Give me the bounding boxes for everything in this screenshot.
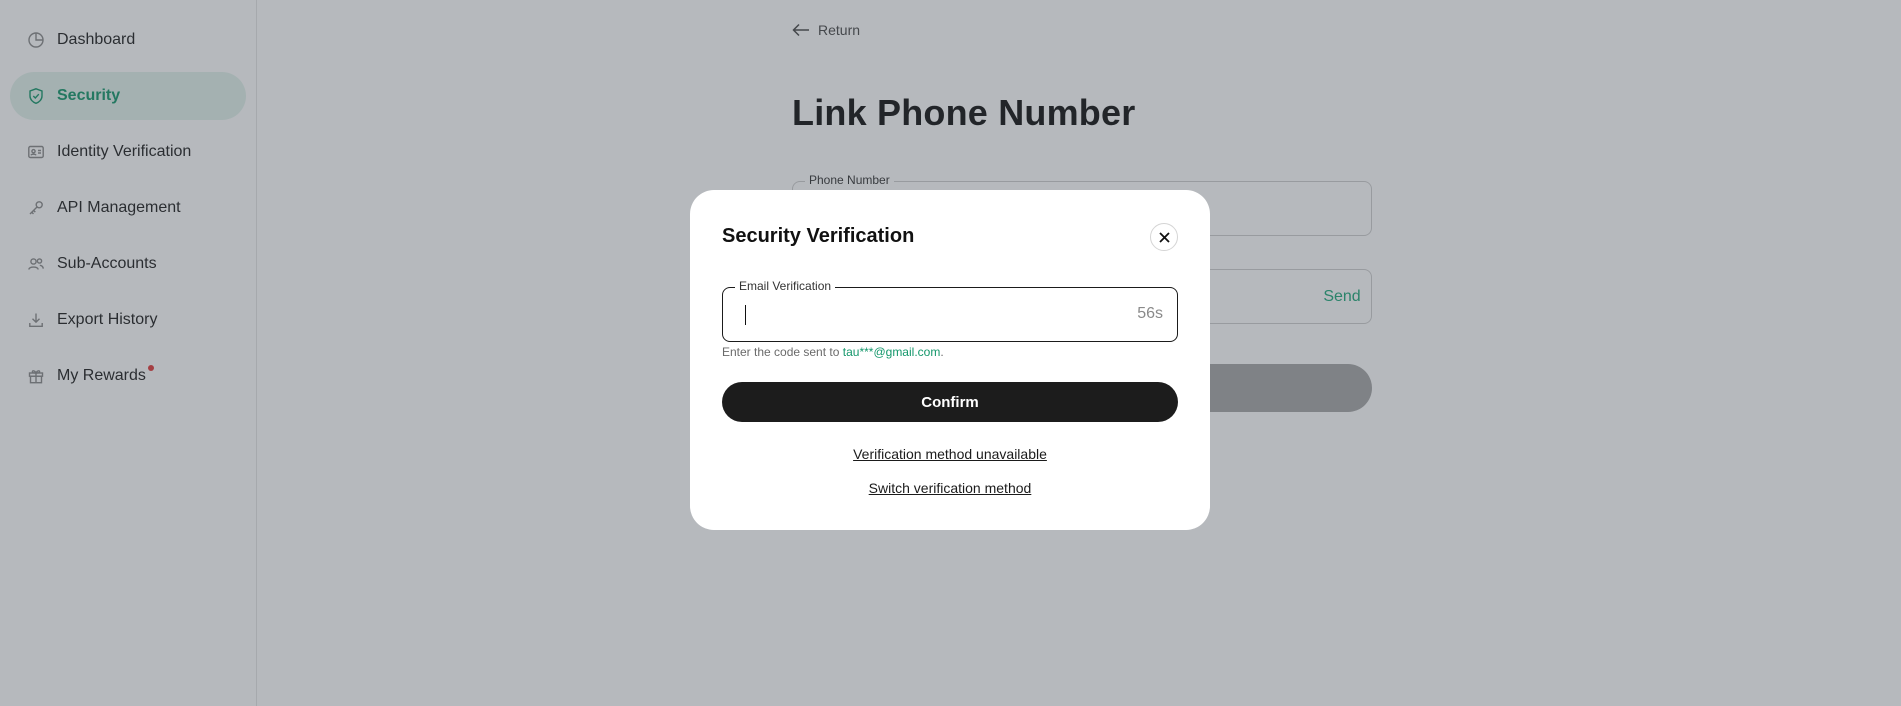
email-verification-field[interactable]: Email Verification 56s xyxy=(722,279,1178,342)
email-code-input[interactable] xyxy=(743,300,1103,330)
modal-title: Security Verification xyxy=(722,225,915,247)
close-button[interactable] xyxy=(1150,223,1178,251)
close-icon xyxy=(1158,231,1170,243)
resend-countdown: 56s xyxy=(1137,305,1163,322)
text-caret xyxy=(745,305,746,325)
code-sent-hint: Enter the code sent to tau***@gmail.com. xyxy=(722,345,944,359)
hint-prefix: Enter the code sent to xyxy=(722,345,840,359)
email-verification-label: Email Verification xyxy=(735,279,836,293)
confirm-button[interactable]: Confirm xyxy=(722,382,1178,422)
verification-unavailable-link[interactable]: Verification method unavailable xyxy=(690,446,1210,462)
switch-method-link[interactable]: Switch verification method xyxy=(690,480,1210,496)
masked-email: tau***@gmail.com xyxy=(842,345,941,359)
hint-suffix: . xyxy=(940,345,944,359)
security-verification-modal: Security Verification Email Verification… xyxy=(690,190,1210,530)
